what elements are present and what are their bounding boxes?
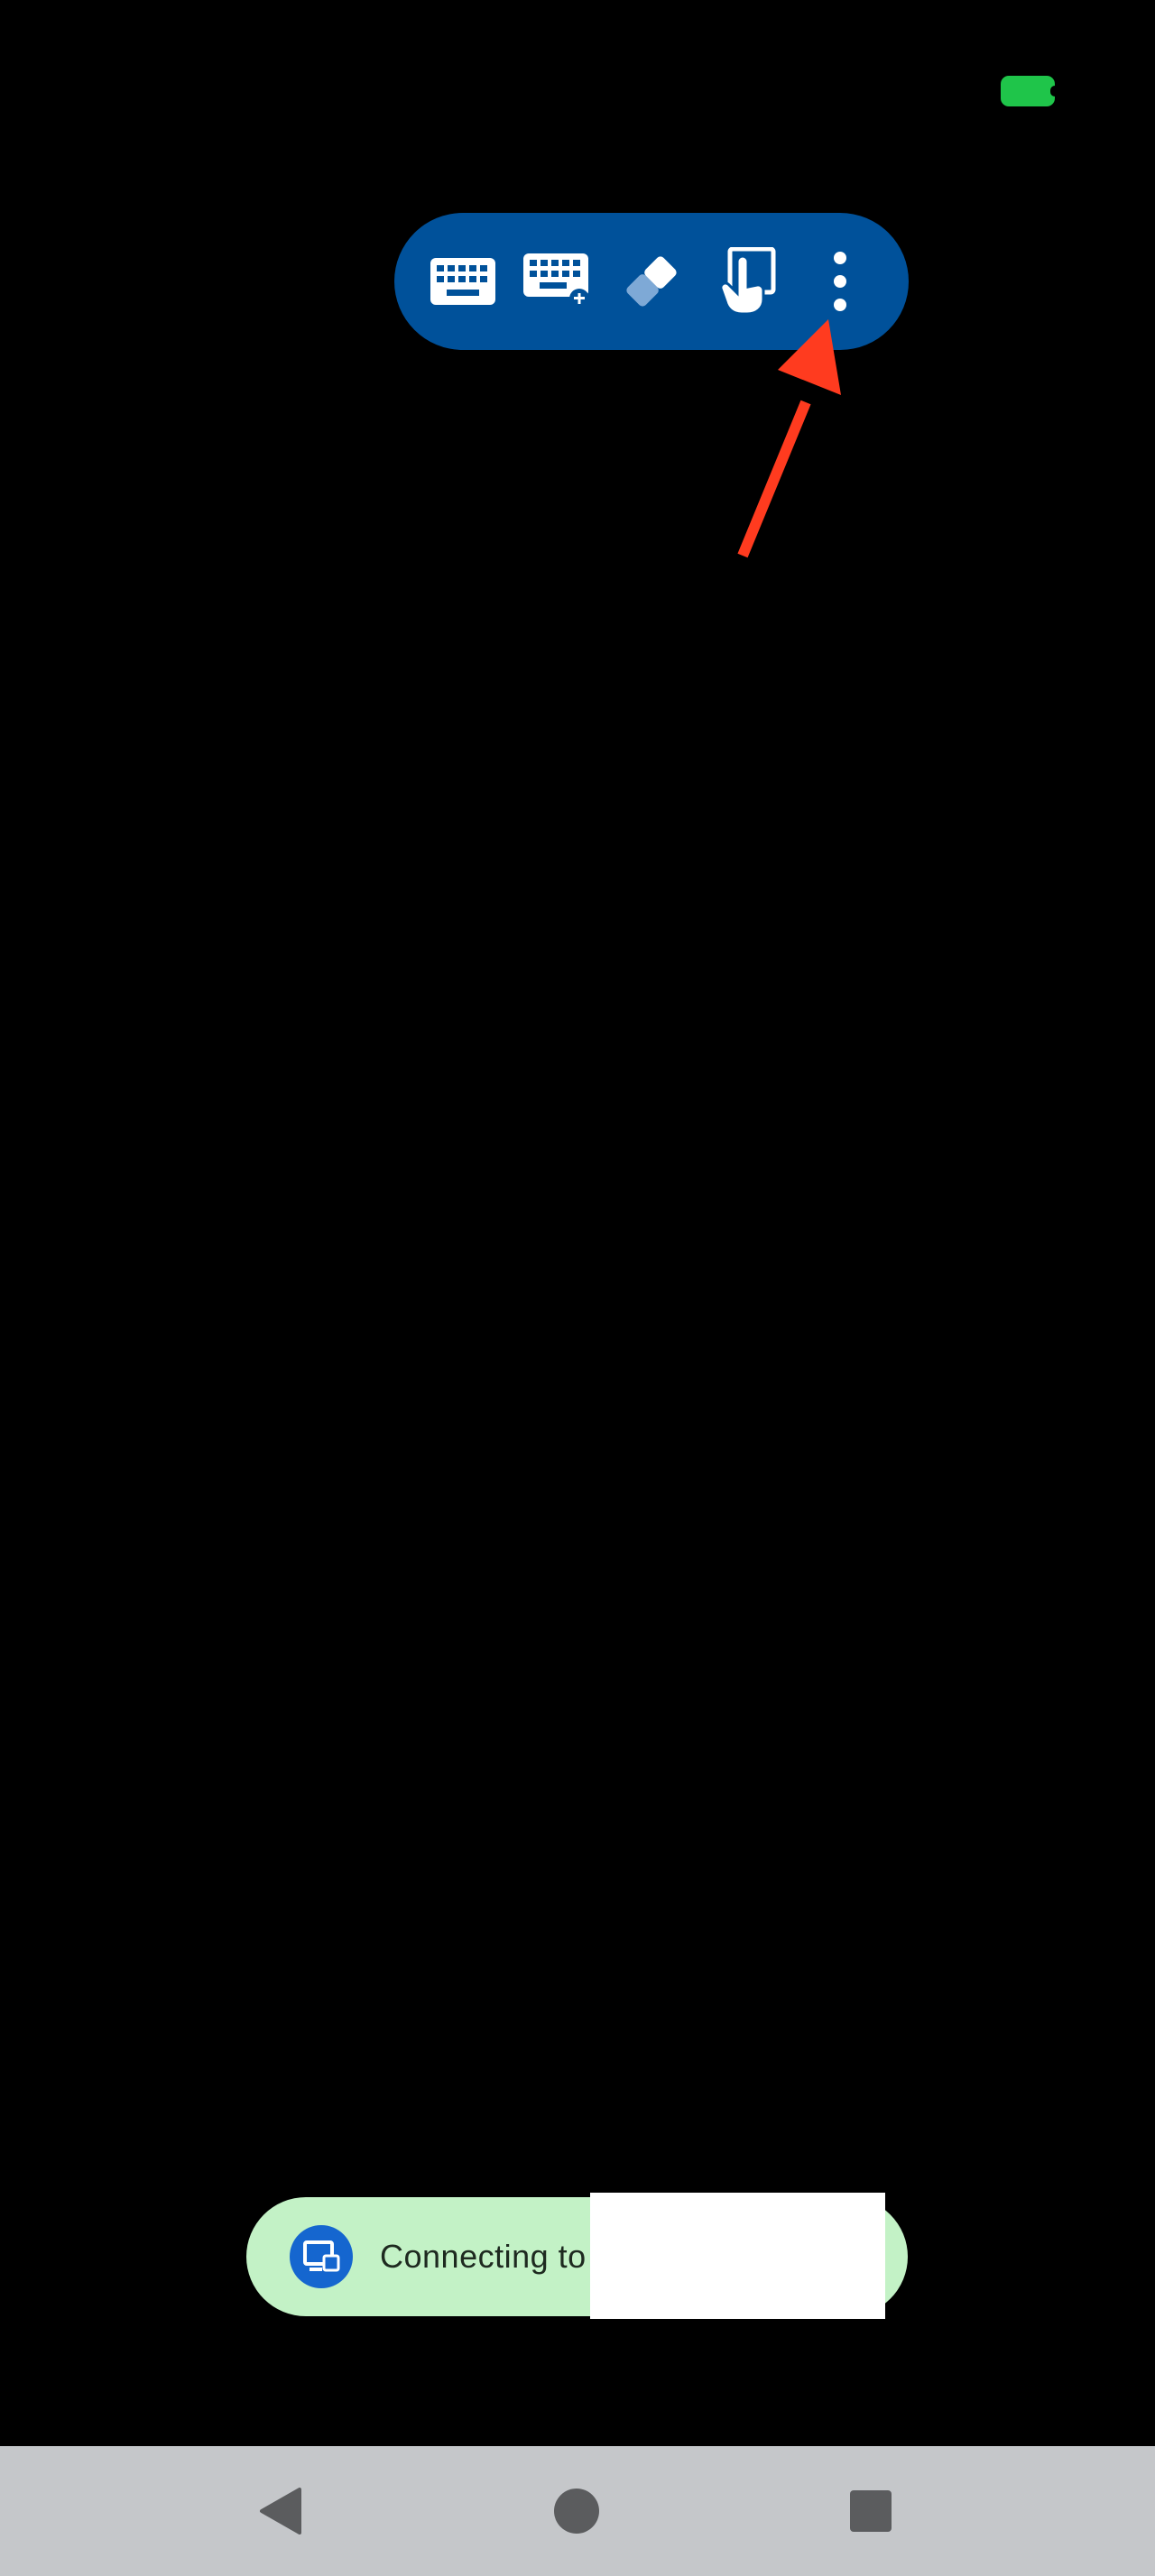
keyboard-add-icon xyxy=(522,253,589,308)
floating-toolbar xyxy=(394,213,909,350)
back-button[interactable] xyxy=(244,2473,319,2549)
battery-notch xyxy=(1050,86,1059,97)
back-triangle-icon xyxy=(260,2488,301,2535)
more-options-button[interactable] xyxy=(799,241,881,322)
home-button[interactable] xyxy=(539,2473,614,2549)
redaction-box xyxy=(590,2193,885,2319)
touch-mode-icon xyxy=(719,247,776,316)
eraser-icon xyxy=(626,256,677,307)
navigation-bar xyxy=(0,2446,1155,2576)
home-circle-icon xyxy=(554,2489,599,2534)
touch-mode-button[interactable] xyxy=(705,241,786,322)
more-options-icon xyxy=(833,252,846,311)
recents-square-icon xyxy=(850,2490,892,2532)
battery-icon xyxy=(1001,76,1059,106)
keyboard-button[interactable] xyxy=(422,241,504,322)
keyboard-add-button[interactable] xyxy=(517,241,598,322)
recents-button[interactable] xyxy=(833,2473,909,2549)
eraser-button[interactable] xyxy=(611,241,692,322)
toast-message: Connecting to xyxy=(380,2238,587,2275)
keyboard-icon xyxy=(430,258,496,305)
remote-desktop-icon xyxy=(290,2225,353,2288)
remote-desktop-screen: Connecting to xyxy=(0,0,1155,2576)
